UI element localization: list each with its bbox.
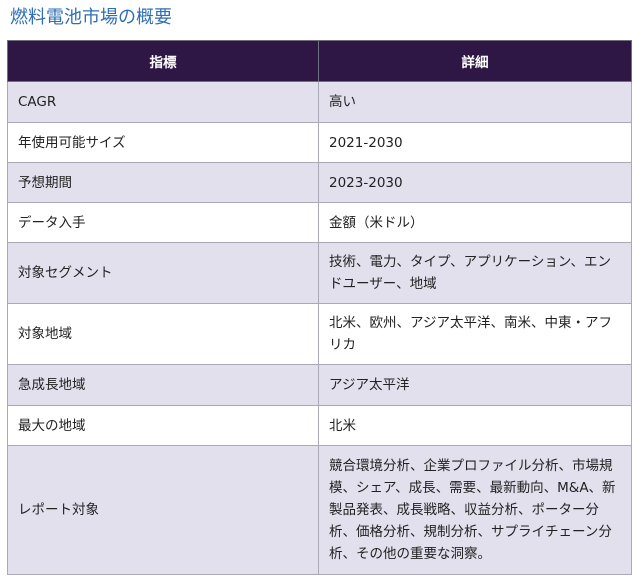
header-metric: 指標 bbox=[7, 40, 319, 82]
row-key: 急成長地域 bbox=[7, 364, 319, 406]
row-key: 対象セグメント bbox=[7, 242, 319, 304]
row-key: CAGR bbox=[7, 81, 319, 123]
page: 燃料電池市場の概要 指標 詳細 CAGR 高い 年使用可能サイズ 2021-20… bbox=[0, 0, 634, 579]
table-row: レポート対象 競合環境分析、企業プロファイル分析、市場規模、シェア、成長、需要、… bbox=[7, 445, 632, 575]
header-detail: 詳細 bbox=[318, 40, 632, 82]
row-value: 技術、電力、タイプ、アプリケーション、エンドユーザー、地域 bbox=[318, 242, 632, 304]
row-key: レポート対象 bbox=[7, 445, 319, 575]
row-value: アジア太平洋 bbox=[318, 364, 632, 406]
row-key: 予想期間 bbox=[7, 162, 319, 203]
table-row: データ入手 金額（米ドル） bbox=[7, 202, 632, 243]
table-header-row: 指標 詳細 bbox=[7, 40, 632, 82]
page-title: 燃料電池市場の概要 bbox=[10, 7, 172, 28]
row-value: 2023-2030 bbox=[318, 162, 632, 203]
table-row: 急成長地域 アジア太平洋 bbox=[7, 364, 632, 406]
table-row: 対象セグメント 技術、電力、タイプ、アプリケーション、エンドユーザー、地域 bbox=[7, 242, 632, 304]
table-row: CAGR 高い bbox=[7, 81, 632, 123]
row-value: 金額（米ドル） bbox=[318, 202, 632, 243]
row-value: 競合環境分析、企業プロファイル分析、市場規模、シェア、成長、需要、最新動向、M&… bbox=[318, 445, 632, 575]
table-row: 年使用可能サイズ 2021-2030 bbox=[7, 122, 632, 163]
row-value: 北米 bbox=[318, 405, 632, 446]
row-value: 2021-2030 bbox=[318, 122, 632, 163]
table-row: 予想期間 2023-2030 bbox=[7, 162, 632, 203]
summary-table: 指標 詳細 CAGR 高い 年使用可能サイズ 2021-2030 予想期間 20… bbox=[7, 40, 632, 575]
row-key: 年使用可能サイズ bbox=[7, 122, 319, 163]
row-key: 最大の地域 bbox=[7, 405, 319, 446]
row-value: 高い bbox=[318, 81, 632, 123]
row-key: 対象地域 bbox=[7, 303, 319, 365]
table-row: 最大の地域 北米 bbox=[7, 405, 632, 446]
table-row: 対象地域 北米、欧州、アジア太平洋、南米、中東・アフリカ bbox=[7, 303, 632, 365]
row-value: 北米、欧州、アジア太平洋、南米、中東・アフリカ bbox=[318, 303, 632, 365]
row-key: データ入手 bbox=[7, 202, 319, 243]
